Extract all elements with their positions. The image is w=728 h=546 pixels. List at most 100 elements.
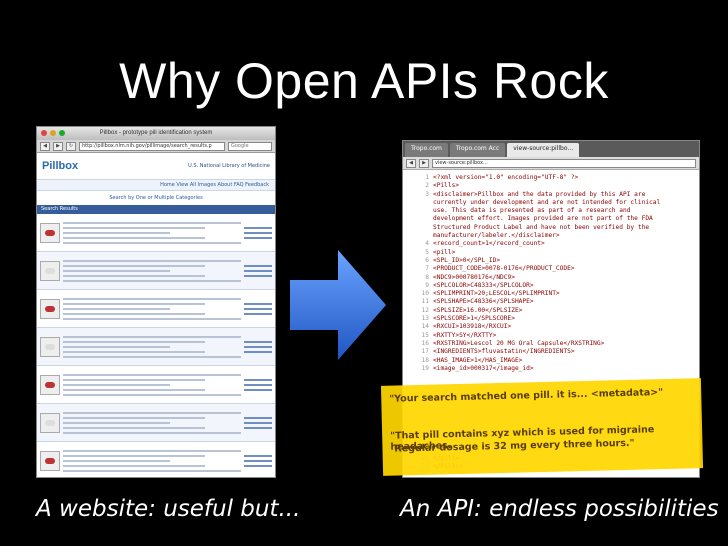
code-line: 11 <SPLSHAPE>C48336</SPLSHAPE> — [403, 298, 699, 306]
list-item[interactable] — [37, 366, 275, 404]
code-text: <SPLSIZE>16.00</SPLSIZE> — [433, 306, 523, 314]
line-number: 2 — [425, 182, 429, 190]
tab-tropo[interactable]: Tropo.com — [405, 143, 448, 157]
text-line — [63, 421, 170, 424]
code-line: manufacturer/labeler.</disclaimer> — [403, 232, 699, 240]
pill-thumbnail[interactable] — [40, 222, 60, 243]
url-field[interactable]: http://pillbox.nlm.nih.gov/pillimage/sea… — [79, 141, 225, 151]
browser-toolbar: ◀ ▶ ↻ http://pillbox.nlm.nih.gov/pillima… — [37, 140, 275, 153]
code-text: <PRODUCT_CODE>0078-0176</PRODUCT_CODE> — [433, 265, 575, 273]
link-line — [244, 378, 272, 381]
text-line — [63, 431, 241, 434]
search-link[interactable]: Search by One or Multiple Categories — [37, 191, 275, 205]
text-line — [63, 388, 206, 391]
list-item[interactable] — [37, 290, 275, 328]
zoom-window-icon[interactable] — [59, 130, 65, 136]
link-line — [244, 454, 272, 457]
text-line — [63, 464, 206, 467]
url-field[interactable]: view-source:pillbox... — [432, 158, 696, 168]
code-text: currently under development and are not … — [433, 198, 661, 206]
code-text: use. This data is presented as part of a… — [433, 207, 631, 215]
line-number: 14 — [421, 323, 429, 331]
pill-icon — [45, 381, 55, 388]
pill-thumbnail[interactable] — [40, 374, 60, 395]
link-line — [244, 231, 272, 234]
minimize-window-icon[interactable] — [50, 130, 56, 136]
forward-button[interactable]: ▶ — [53, 141, 63, 151]
callout-line-1: "Your search matched one pill. it is... … — [389, 387, 664, 405]
code-line: use. This data is presented as part of a… — [403, 207, 699, 215]
result-list — [37, 214, 275, 477]
code-text: <RXSTRING>Lescol 20 MG Oral Capsule</RXS… — [433, 339, 605, 347]
pill-thumbnail[interactable] — [40, 412, 60, 433]
pill-icon — [45, 267, 55, 274]
link-line — [244, 421, 272, 424]
line-number: 1 — [425, 174, 429, 181]
link-line — [244, 388, 272, 391]
link-line — [244, 312, 272, 315]
pill-icon — [45, 305, 55, 312]
line-number: 13 — [421, 315, 429, 323]
code-line: 2 <Pills> — [403, 182, 699, 190]
pill-thumbnail[interactable] — [40, 450, 60, 471]
code-line: 18 <HAS_IMAGE>1</HAS_IMAGE> — [403, 357, 699, 365]
tab-view-source[interactable]: view-source:pillbo... — [507, 143, 580, 157]
reload-button[interactable]: ↻ — [66, 141, 76, 151]
code-line: 12 <SPLSIZE>16.00</SPLSIZE> — [403, 307, 699, 315]
list-item[interactable] — [37, 404, 275, 442]
pill-icon — [45, 457, 55, 464]
search-field[interactable]: Google — [228, 141, 272, 151]
text-line — [63, 378, 206, 381]
code-line: 15 <RXTTY>SY</RXTTY> — [403, 332, 699, 340]
line-number: 9 — [425, 281, 429, 289]
tab-tropo-account[interactable]: Tropo.com Acc — [449, 143, 506, 157]
text-line — [63, 312, 206, 315]
code-line: 3 <disclaimer>Pillbox and the data provid… — [403, 191, 699, 199]
text-line — [63, 345, 170, 348]
line-number: 7 — [425, 265, 429, 273]
text-line — [63, 350, 206, 353]
link-line — [244, 302, 272, 305]
pill-thumbnail[interactable] — [40, 260, 60, 281]
text-line — [63, 231, 170, 234]
code-text: Structured Product Label and have not be… — [433, 223, 650, 231]
code-text: manufacturer/labeler.</disclaimer> — [433, 232, 560, 240]
line-number: 15 — [421, 331, 429, 339]
right-arrow-icon — [290, 250, 386, 360]
code-text: <NDC9>000780176</NDC9> — [433, 273, 515, 281]
list-item[interactable] — [37, 328, 275, 366]
link-line — [244, 464, 272, 467]
back-button[interactable]: ◀ — [40, 141, 50, 151]
code-text: <?xml version="1.0" encoding="UTF-8" ?> — [433, 174, 579, 181]
text-line — [63, 317, 241, 320]
forward-button[interactable]: ▶ — [419, 158, 429, 168]
link-line — [244, 416, 272, 419]
list-item[interactable] — [37, 214, 275, 252]
list-item[interactable] — [37, 442, 275, 477]
pill-thumbnail[interactable] — [40, 298, 60, 319]
code-line: 5 <pill> — [403, 249, 699, 257]
code-line: 6 <SPL_ID>0</SPL_ID> — [403, 257, 699, 265]
text-line — [63, 393, 241, 396]
code-text: <INGREDIENTS>fluvastatin</INGREDIENTS> — [433, 348, 575, 356]
caption-api: An API: endless possibilities — [400, 496, 719, 522]
link-line — [244, 264, 272, 267]
pill-icon — [45, 229, 55, 236]
code-line: 13 <SPLSCORE>1</SPLSCORE> — [403, 315, 699, 323]
list-item[interactable] — [37, 252, 275, 290]
link-line — [244, 350, 272, 353]
code-line: 10 <SPLIMPRINT>20;LESCOL</SPLIMPRINT> — [403, 290, 699, 298]
code-text: <disclaimer>Pillbox and the data provide… — [433, 190, 646, 198]
link-line — [244, 226, 272, 229]
code-text: <SPL_ID>0</SPL_ID> — [433, 256, 501, 264]
site-nav[interactable]: Home View All Images About FAQ Feedback — [37, 179, 275, 191]
close-window-icon[interactable] — [41, 130, 47, 136]
back-button[interactable]: ◀ — [406, 158, 416, 168]
pill-thumbnail[interactable] — [40, 336, 60, 357]
pill-icon — [45, 343, 55, 350]
line-number: 10 — [421, 290, 429, 298]
code-text: <pill> — [433, 248, 456, 256]
pill-icon — [45, 419, 55, 426]
site-header: Pillbox U.S. National Library of Medicin… — [37, 153, 275, 179]
code-line: 1 <?xml version="1.0" encoding="UTF-8" ?> — [403, 174, 699, 182]
